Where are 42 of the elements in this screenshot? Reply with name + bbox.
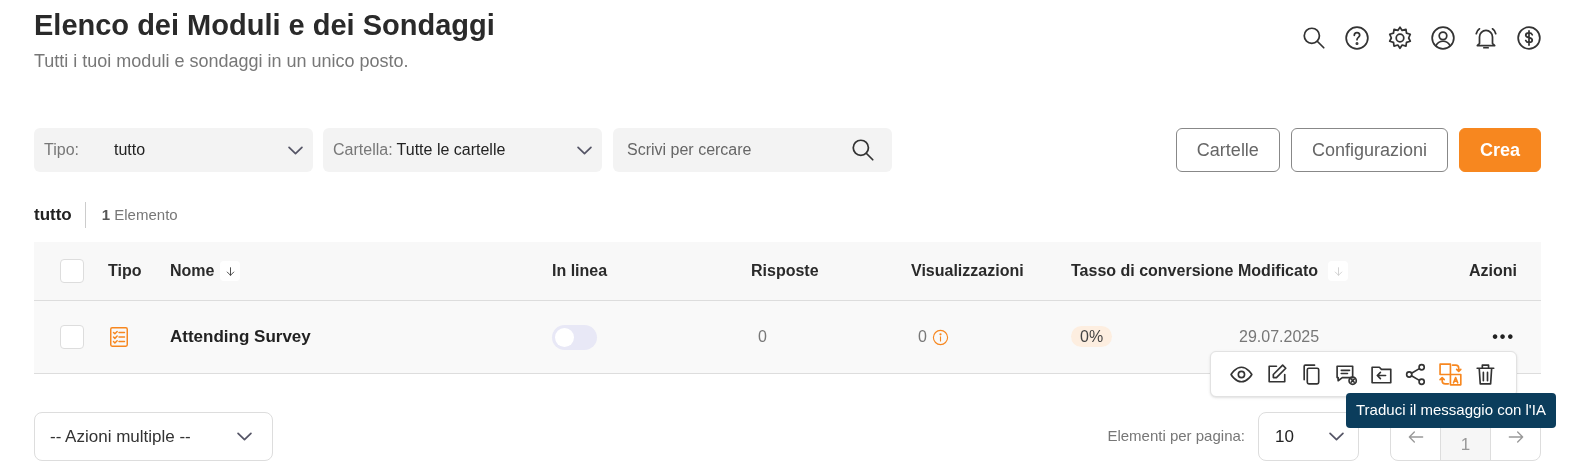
select-all-checkbox[interactable] (60, 259, 84, 283)
views-cell-text: 0 (918, 327, 927, 347)
chevron-icon (577, 145, 592, 155)
help-icon[interactable] (1344, 25, 1370, 51)
more-button[interactable]: ••• (1492, 325, 1517, 349)
column-header[interactable]: Nome (170, 259, 215, 283)
modified-date: 29.07.2025 (1238, 327, 1321, 347)
responses-cell-text: 0 (757, 327, 768, 347)
column-header[interactable]: Azioni (1469, 259, 1517, 283)
column-header[interactable]: Risposte (751, 259, 819, 283)
row-checkbox[interactable] (60, 325, 84, 349)
conversion-badge: 0% (1071, 326, 1113, 347)
search-icon[interactable] (850, 137, 876, 163)
page-title: Elenco dei Moduli e dei Sondaggi (34, 8, 495, 43)
column-header[interactable]: In linea (552, 259, 608, 283)
settings-icon[interactable] (1387, 25, 1413, 51)
chevron-icon (1329, 432, 1344, 441)
user-icon[interactable] (1430, 25, 1456, 51)
search-field[interactable]: Scrivi per cercare (613, 128, 892, 172)
toolbar-button[interactable]: Configurazioni (1290, 128, 1448, 172)
column-header[interactable]: Visualizzazioni (911, 259, 1024, 283)
bulk-actions-select[interactable]: -- Azioni multiple -- (34, 412, 273, 461)
tooltip: Traduci il messaggio con l'IA (1346, 393, 1556, 428)
item-count: 1 Elemento (100, 204, 178, 225)
column-header[interactable]: Tasso di conversione (1071, 259, 1234, 283)
dollar-icon[interactable] (1516, 25, 1542, 51)
folder-select[interactable]: Cartella: Tutte le cartelle (323, 128, 602, 172)
chevron-icon (288, 145, 303, 155)
form-name[interactable]: Attending Survey (170, 324, 552, 350)
table-row[interactable]: Attending Survey 0 0 0% 29.07.2025 ••• (34, 301, 1541, 374)
filter-label: tutto (34, 202, 86, 228)
page-subtitle: Tutti i tuoi moduli e sondaggi in un unico posto. (34, 50, 410, 73)
bell-icon[interactable] (1473, 25, 1499, 51)
search-icon[interactable] (1301, 25, 1327, 51)
sort-icon[interactable] (220, 261, 241, 281)
per-page-label: Elementi per pagina: (1107, 426, 1245, 447)
type-select[interactable]: Tipo: tutto (34, 128, 313, 172)
toolbar-button[interactable]: Cartelle (1175, 128, 1280, 172)
checklist-icon (108, 325, 130, 349)
column-header[interactable]: Modificato (1238, 259, 1318, 283)
chevron-icon (237, 432, 252, 441)
column-header[interactable]: Tipo (108, 259, 142, 283)
